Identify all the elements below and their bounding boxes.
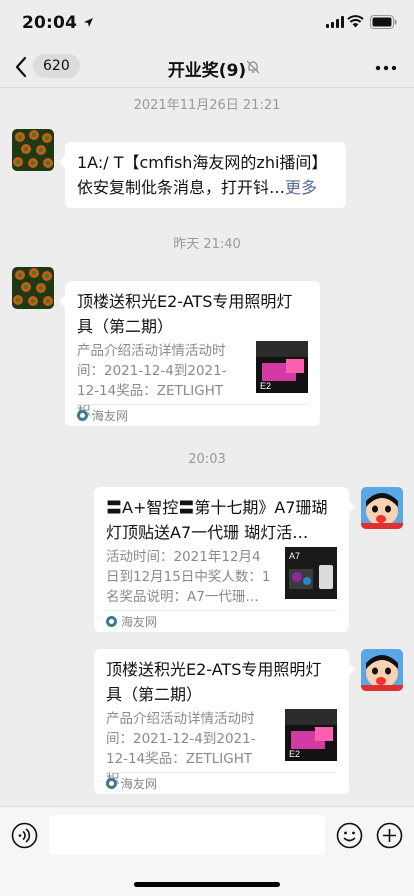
source-logo-icon [106, 778, 117, 789]
text-message-bubble[interactable]: 1A:/ T【cmfish海友网的zhi播间】依安复制仳条消息，打开钭…更多 [59, 142, 346, 208]
wifi-icon [347, 15, 364, 28]
self-avatar[interactable] [361, 649, 403, 691]
avatar[interactable] [12, 129, 54, 171]
source-logo-icon [106, 616, 117, 627]
card-source: 海友网 [77, 404, 308, 426]
timestamp: 昨天 21:40 [173, 237, 241, 252]
nav-bar: 620 开业奖(9) [0, 48, 414, 88]
card-thumbnail: E2 [285, 709, 337, 761]
emoji-icon[interactable] [336, 822, 363, 849]
status-bar: 20:04 [0, 0, 414, 48]
cartoon-avatar-image [361, 649, 403, 691]
card-description: 活动时间：2021年12月4日到12月15日中奖人数：1名奖品说明：A7一代珊… [106, 549, 271, 605]
timestamp: 2021年11月26日 21:21 [133, 98, 281, 113]
card-title: 顶楼送积光E2-ATS专用照明灯具（第二期） [106, 660, 322, 704]
coral-avatar-image [12, 267, 54, 309]
coral-avatar-image [12, 129, 54, 171]
self-avatar[interactable] [361, 487, 403, 529]
source-name: 海友网 [121, 777, 158, 791]
voice-input-icon[interactable] [11, 822, 38, 849]
more-link[interactable]: 更多 [285, 178, 317, 197]
message-input[interactable] [49, 815, 325, 855]
thumb-label: E2 [260, 381, 271, 391]
source-name: 海友网 [121, 615, 158, 629]
cellular-signal-icon [326, 16, 344, 28]
chat-title: 开业奖(9) [167, 61, 247, 81]
source-name: 海友网 [92, 409, 129, 423]
card-source: 海友网 [106, 772, 337, 794]
message-text: 1A:/ T【cmfish海友网的zhi播间】依安复制仳条消息，打开钭…更多 [77, 153, 328, 197]
cartoon-avatar-image [361, 487, 403, 529]
link-card[interactable]: 顶楼送积光E2-ATS专用照明灯具（第二期） 产品介绍活动详情活动时间：2021… [59, 281, 320, 426]
thumb-label: E2 [289, 749, 300, 759]
home-indicator [134, 882, 280, 887]
message-input-bar [0, 806, 414, 896]
source-logo-icon [77, 410, 88, 421]
link-card[interactable]: 〓A+智控〓第十七期》A7珊瑚灯顶贴送A7一代珊 瑚灯活… 活动时间：2021年… [94, 487, 355, 632]
card-title: 顶楼送积光E2-ATS专用照明灯具（第二期） [77, 292, 293, 336]
location-arrow-icon [84, 18, 93, 27]
card-thumbnail: E2 [256, 341, 308, 393]
card-thumbnail: A7 [285, 547, 337, 599]
status-time: 20:04 [22, 13, 78, 33]
card-source: 海友网 [106, 610, 337, 632]
plus-icon[interactable] [376, 822, 403, 849]
card-title: 〓A+智控〓第十七期》A7珊瑚灯顶贴送A7一代珊 瑚灯活… [106, 498, 328, 542]
battery-icon [370, 15, 397, 29]
more-options-icon[interactable] [374, 58, 398, 78]
link-card[interactable]: 顶楼送积光E2-ATS专用照明灯具（第二期） 产品介绍活动详情活动时间：2021… [94, 649, 355, 794]
mute-bell-icon [246, 60, 260, 74]
avatar[interactable] [12, 267, 54, 309]
thumb-label: A7 [289, 551, 300, 561]
timestamp: 20:03 [188, 452, 226, 467]
